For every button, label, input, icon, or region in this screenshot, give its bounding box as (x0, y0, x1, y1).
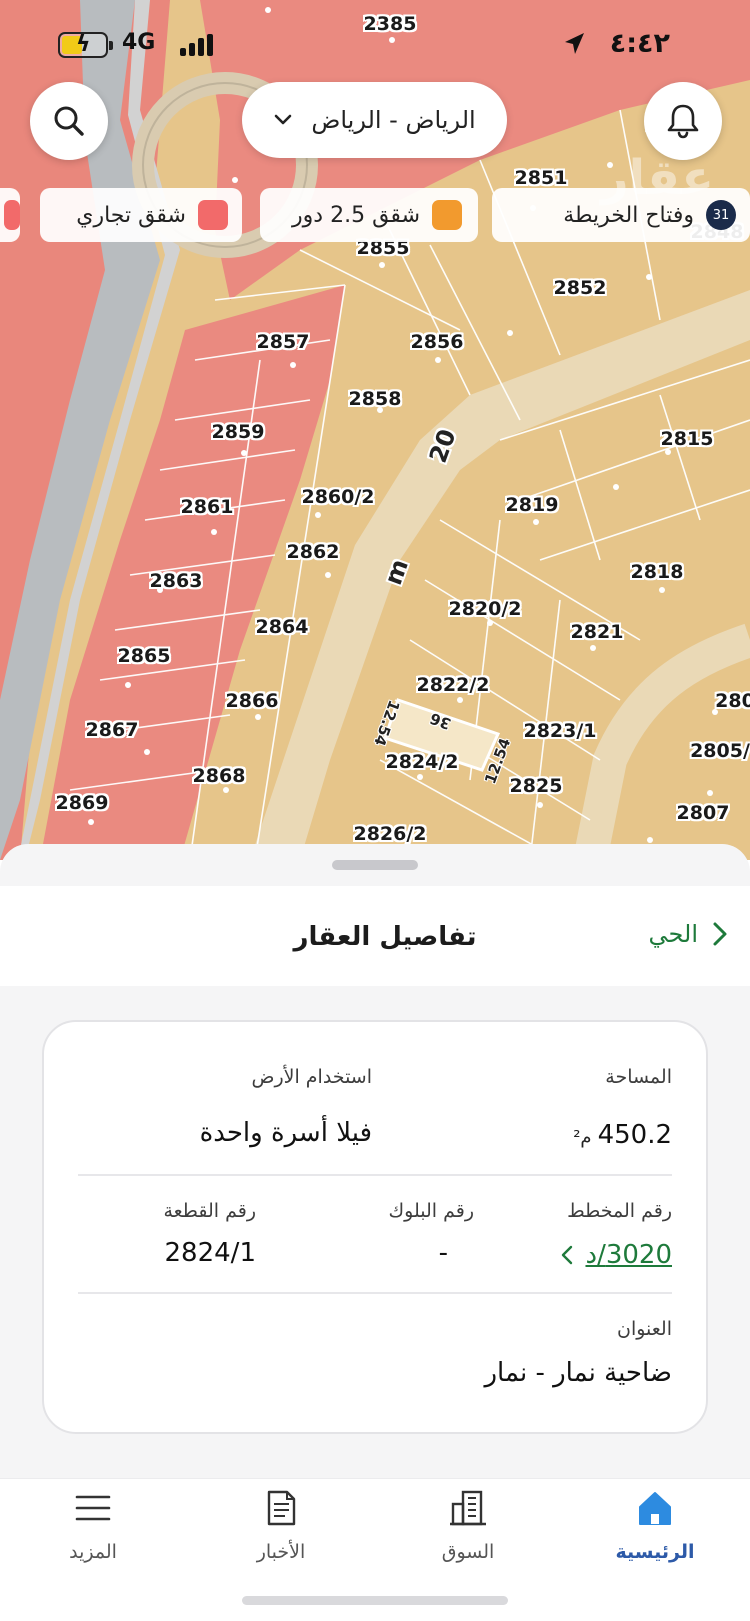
chip-commercial-apartments[interactable]: شقق تجاري (40, 188, 242, 242)
plan-number-value: 3020/د (585, 1240, 672, 1270)
status-time: ٤:٤٢ (609, 28, 670, 59)
tab-news[interactable]: الأخبار (206, 1479, 356, 1589)
parcel-label: 2821 (570, 621, 624, 643)
sheet-drag-handle[interactable] (332, 860, 418, 870)
parcel-label: 2824/2 (385, 751, 459, 773)
bell-icon (667, 104, 699, 139)
parcel-label: 2862 (286, 541, 340, 563)
parcel-label: 2820/2 (448, 598, 522, 620)
parcel-label: 2860/2 (301, 486, 375, 508)
area-number: 450.2 (597, 1120, 672, 1150)
status-bar: ϟ 4G ٤:٤٢ (0, 24, 750, 64)
chip-apartments-2-5[interactable]: شقق 2.5 دور (260, 188, 478, 242)
city-selector-label: الرياض - الرياض (311, 106, 476, 134)
chip-map-legend[interactable]: 31 وفتاح الخريطة (492, 188, 750, 242)
parcel-label: 2863 (149, 570, 203, 592)
property-info-card: المساحة 450.2 م² استخدام الأرض فيلا أسرة… (42, 1020, 708, 1434)
location-arrow-icon (565, 33, 584, 54)
neighborhood-link-label: الحي (648, 920, 698, 948)
menu-icon (72, 1487, 114, 1529)
parcel-label: 2825 (509, 775, 563, 797)
tab-label: الرئيسية (615, 1541, 695, 1563)
network-type: 4G (122, 30, 156, 55)
plan-number-link[interactable]: 3020/د (561, 1240, 672, 1270)
tab-label: السوق (441, 1541, 495, 1563)
map-view[interactable]: 2385 2851 2848 2855 2852 2857 2856 2858 … (0, 0, 750, 860)
legend-swatch-orange (432, 200, 462, 230)
tab-home[interactable]: الرئيسية (580, 1479, 730, 1589)
chip-partial[interactable] (0, 188, 20, 242)
parcel-label: 2858 (348, 388, 402, 410)
parcel-label: 2865 (117, 645, 171, 667)
parcel-label: 2818 (630, 561, 684, 583)
home-indicator[interactable] (242, 1596, 508, 1605)
parcel-label: 2805/ (690, 740, 750, 762)
sheet-title: تفاصيل العقار (293, 922, 477, 952)
legend-count-badge: 31 (706, 200, 736, 230)
parcel-label: 2815 (660, 428, 714, 450)
tab-label: الأخبار (256, 1541, 306, 1563)
parcel-label: 2859 (211, 421, 265, 443)
tab-market[interactable]: السوق (393, 1479, 543, 1589)
parcel-label: 2868 (192, 765, 246, 787)
signal-icon (180, 34, 220, 56)
chip-label: شقق تجاري (76, 202, 186, 228)
plan-number-label: رقم المخطط (567, 1200, 672, 1222)
home-icon (634, 1487, 676, 1529)
notifications-button[interactable] (644, 82, 722, 160)
parcel-label: 2866 (225, 690, 279, 712)
search-icon (54, 106, 84, 136)
parcel-label: 2823/1 (523, 720, 597, 742)
parcel-label: 2822/2 (416, 674, 490, 696)
tab-more[interactable]: المزيد (18, 1479, 168, 1589)
parcel-label: 2826/2 (353, 823, 427, 845)
building-icon (447, 1487, 489, 1529)
area-value: 450.2 م² (573, 1120, 672, 1150)
plot-number-value: 2824/1 (164, 1238, 256, 1268)
parcel-label: 2861 (180, 496, 234, 518)
parcel-label: 2864 (255, 616, 309, 638)
parcel-label: 2857 (256, 331, 310, 353)
city-selector[interactable]: الرياض - الرياض (242, 82, 507, 158)
land-use-label: استخدام الأرض (251, 1066, 372, 1088)
tab-label: المزيد (69, 1541, 117, 1563)
land-use-value: فيلا أسرة واحدة (199, 1118, 372, 1148)
parcel-label: 280 (715, 690, 750, 712)
parcel-label: 2869 (55, 792, 109, 814)
divider (78, 1292, 672, 1294)
block-number-label: رقم البلوك (388, 1200, 474, 1222)
battery-icon: ϟ (58, 32, 113, 58)
plot-number-label: رقم القطعة (163, 1200, 256, 1222)
neighborhood-link[interactable]: الحي (649, 920, 728, 948)
parcel-label: 2851 (514, 167, 568, 189)
parcel-label: 2819 (505, 494, 559, 516)
area-unit: م² (573, 1127, 592, 1148)
parcel-label: 2852 (553, 277, 607, 299)
legend-swatch-red (198, 200, 228, 230)
parcel-label: 2807 (676, 802, 730, 824)
parcel-label: 2867 (85, 719, 139, 741)
legend-swatch-red (4, 200, 20, 230)
search-button[interactable] (30, 82, 108, 160)
address-label: العنوان (616, 1318, 672, 1340)
block-number-value: - (438, 1238, 448, 1268)
area-label: المساحة (605, 1066, 672, 1088)
parcel-label: 2856 (410, 331, 464, 353)
divider (78, 1174, 672, 1176)
chip-label: وفتاح الخريطة (563, 202, 694, 228)
chip-label: شقق 2.5 دور (292, 202, 420, 228)
sheet-header: تفاصيل العقار الحي (0, 886, 750, 986)
chevron-down-icon (275, 114, 292, 125)
chevron-right-icon (713, 922, 727, 946)
chevron-left-icon (562, 1245, 573, 1265)
address-value: ضاحية نمار - نمار (484, 1358, 672, 1388)
news-icon (260, 1487, 302, 1529)
